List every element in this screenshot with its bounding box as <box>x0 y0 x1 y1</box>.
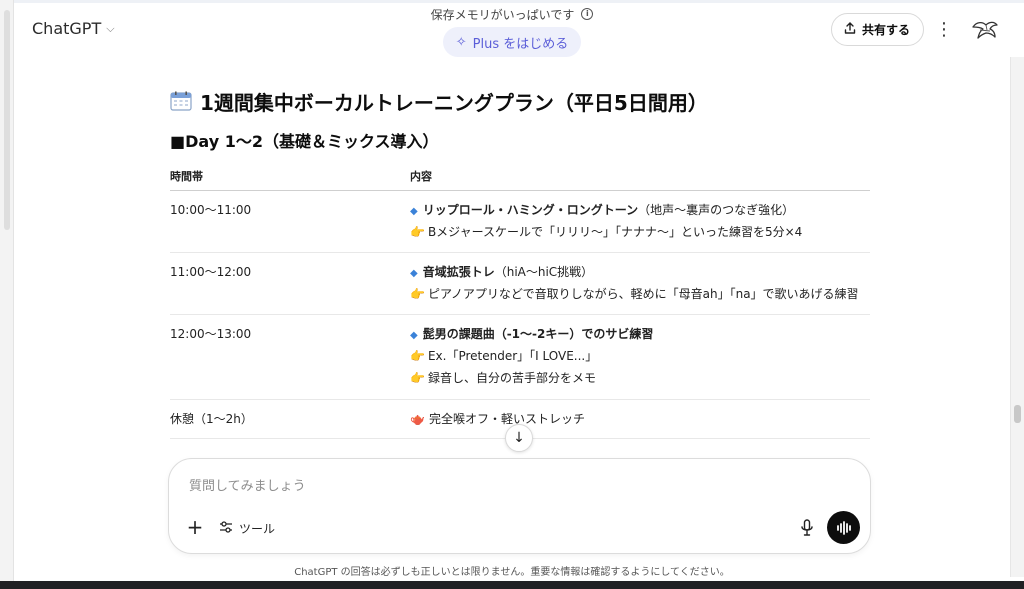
teapot-icon: 🫖 <box>410 411 425 426</box>
info-icon[interactable]: i <box>581 8 594 20</box>
content-note: Bメジャースケールで「リリリ〜」「ナナナ〜」といった練習を5分×4 <box>427 224 803 239</box>
calendar-icon <box>170 91 192 111</box>
backhand-index-pointing-right-icon: 👉 <box>410 370 425 385</box>
time-cell: 12:00〜13:00 <box>170 326 252 341</box>
prompt-composer: + ツール <box>168 458 871 554</box>
more-options-icon[interactable]: ⋮ <box>934 17 954 43</box>
sparkle-icon: ✧ <box>455 34 467 50</box>
sidebar-scroll-gutter <box>0 0 14 589</box>
sliders-icon <box>219 520 233 536</box>
main-scroll-thumb[interactable] <box>1014 405 1021 423</box>
app-window: ChatGPT ⌵ 保存メモリがいっぱいです i ✧ Plus をはじめる 共有… <box>0 0 1024 589</box>
schedule-table: 時間帯 内容 10:00〜11:00 ◆ リップロール・ハミング・ロングトーン（地… <box>170 162 870 439</box>
table-row: 10:00〜11:00 ◆ リップロール・ハミング・ロングトーン（地声〜裏声のつな… <box>170 190 870 253</box>
backhand-index-pointing-right-icon: 👉 <box>410 224 425 239</box>
table-row: 12:00〜13:00 ◆ 髭男の課題曲（-1〜-2キー）でのサビ練習 👉 Ex.「… <box>170 314 870 400</box>
taskbar-edge <box>0 581 1024 589</box>
section-heading: ■Day 1〜2（基礎＆ミックス導入） <box>170 132 439 151</box>
content-main-bold: リップロール・ハミング・ロングトーン <box>422 202 639 217</box>
plan-title: 1週間集中ボーカルトレーニングプラン（平日5日間用） <box>200 90 708 115</box>
share-button[interactable]: 共有する <box>830 13 924 46</box>
table-row: 11:00〜12:00 ◆ 音域拡張トレ（hiA〜hiC挑戦） 👉 ピアノアプリなど… <box>170 252 870 315</box>
sidebar-scroll-thumb[interactable] <box>4 10 10 230</box>
scroll-to-bottom-button[interactable]: ↓ <box>505 424 533 452</box>
waveform-icon <box>836 520 851 535</box>
content-main-line: ◆ 髭男の課題曲（-1〜-2キー）でのサビ練習 <box>410 323 870 345</box>
voice-mode-button[interactable] <box>827 511 860 544</box>
content-note-line: 👉 Ex.「Pretender」「I LOVE...」 <box>410 345 870 367</box>
arrow-down-icon: ↓ <box>513 430 525 446</box>
plan-heading: 1週間集中ボーカルトレーニングプラン（平日5日間用） <box>170 82 870 120</box>
share-label: 共有する <box>861 23 910 37</box>
small-blue-diamond-icon: ◆ <box>410 329 418 341</box>
upgrade-label: Plus をはじめる <box>472 36 569 52</box>
content-main-bold: 音域拡張トレ <box>422 264 495 279</box>
add-attachment-button[interactable]: + <box>184 517 206 539</box>
content-main-rest: （hiA〜hiC挑戦） <box>494 264 594 279</box>
content-main-line: ◆ 音域拡張トレ（hiA〜hiC挑戦） <box>410 261 870 283</box>
content-main-rest: （地声〜裏声のつなぎ強化） <box>638 202 795 217</box>
content-note: ピアノアプリなどで音取りしながら、軽めに「母音ah」「na」で歌いあげる練習 <box>427 286 859 301</box>
top-bar: ChatGPT ⌵ 保存メモリがいっぱいです i ✧ Plus をはじめる 共有… <box>14 3 1010 57</box>
dictate-button[interactable] <box>796 517 818 539</box>
content-note-line: 👉 録音し、自分の苦手部分をメモ <box>410 367 870 389</box>
column-header-time: 時間帯 <box>170 162 410 191</box>
memory-notice-text: 保存メモリがいっぱいです <box>430 7 575 22</box>
upgrade-plus-button[interactable]: ✧ Plus をはじめる <box>442 27 582 57</box>
tools-label: ツール <box>239 521 276 536</box>
content-note-line: 👉 Bメジャースケールで「リリリ〜」「ナナナ〜」といった練習を5分×4 <box>410 221 870 243</box>
main-scrollbar[interactable] <box>1010 57 1024 577</box>
content-main-bold: 髭男の課題曲（-1〜-2キー）でのサビ練習 <box>422 326 654 341</box>
dragon-avatar-icon <box>972 21 998 39</box>
plus-icon: + <box>186 515 204 539</box>
time-cell: 休憩（1〜2h） <box>170 411 253 426</box>
small-blue-diamond-icon: ◆ <box>410 205 418 217</box>
time-cell: 11:00〜12:00 <box>170 264 252 279</box>
content-main-line: ◆ リップロール・ハミング・ロングトーン（地声〜裏声のつなぎ強化） <box>410 199 870 221</box>
backhand-index-pointing-right-icon: 👉 <box>410 286 425 301</box>
microphone-icon <box>801 519 813 536</box>
avatar[interactable] <box>970 15 1000 45</box>
share-icon <box>844 22 856 37</box>
content-main-line: 🫖 完全喉オフ・軽いストレッチ <box>410 408 870 430</box>
content-main-rest: 完全喉オフ・軽いストレッチ <box>428 411 585 426</box>
content-note-line: 👉 ピアノアプリなどで音取りしながら、軽めに「母音ah」「na」で歌いあげる練習 <box>410 283 870 305</box>
tools-button[interactable]: ツール <box>219 517 275 539</box>
memory-notice: 保存メモリがいっぱいです i <box>431 6 594 22</box>
table-header-row: 時間帯 内容 <box>170 162 870 191</box>
disclaimer-text: ChatGPT の回答は必ずしも正しいとは限りません。重要な情報は確認するように… <box>294 567 730 578</box>
small-blue-diamond-icon: ◆ <box>410 267 418 279</box>
backhand-index-pointing-right-icon: 👉 <box>410 348 425 363</box>
column-header-content: 内容 <box>410 162 870 191</box>
prompt-input[interactable] <box>189 475 829 497</box>
time-cell: 10:00〜11:00 <box>170 202 252 217</box>
content-note: 録音し、自分の苦手部分をメモ <box>427 370 596 385</box>
content-note: Ex.「Pretender」「I LOVE...」 <box>427 348 598 363</box>
assistant-message: 1週間集中ボーカルトレーニングプラン（平日5日間用） ■Day 1〜2（基礎＆ミ… <box>170 82 870 439</box>
